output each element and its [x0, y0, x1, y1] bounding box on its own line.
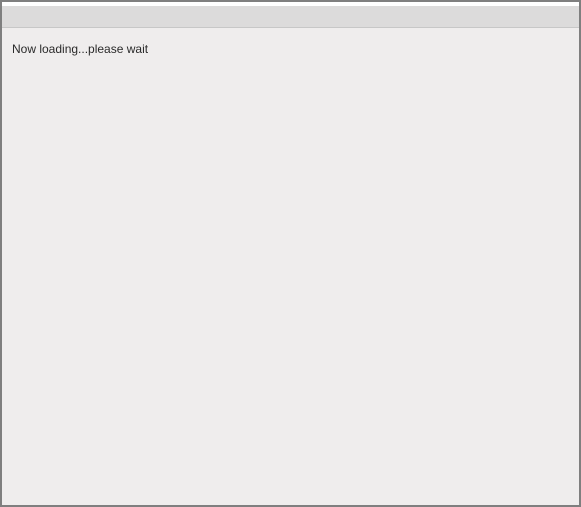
content-area: Now loading...please wait	[2, 28, 579, 70]
title-bar	[2, 6, 579, 28]
loading-message: Now loading...please wait	[12, 42, 569, 56]
